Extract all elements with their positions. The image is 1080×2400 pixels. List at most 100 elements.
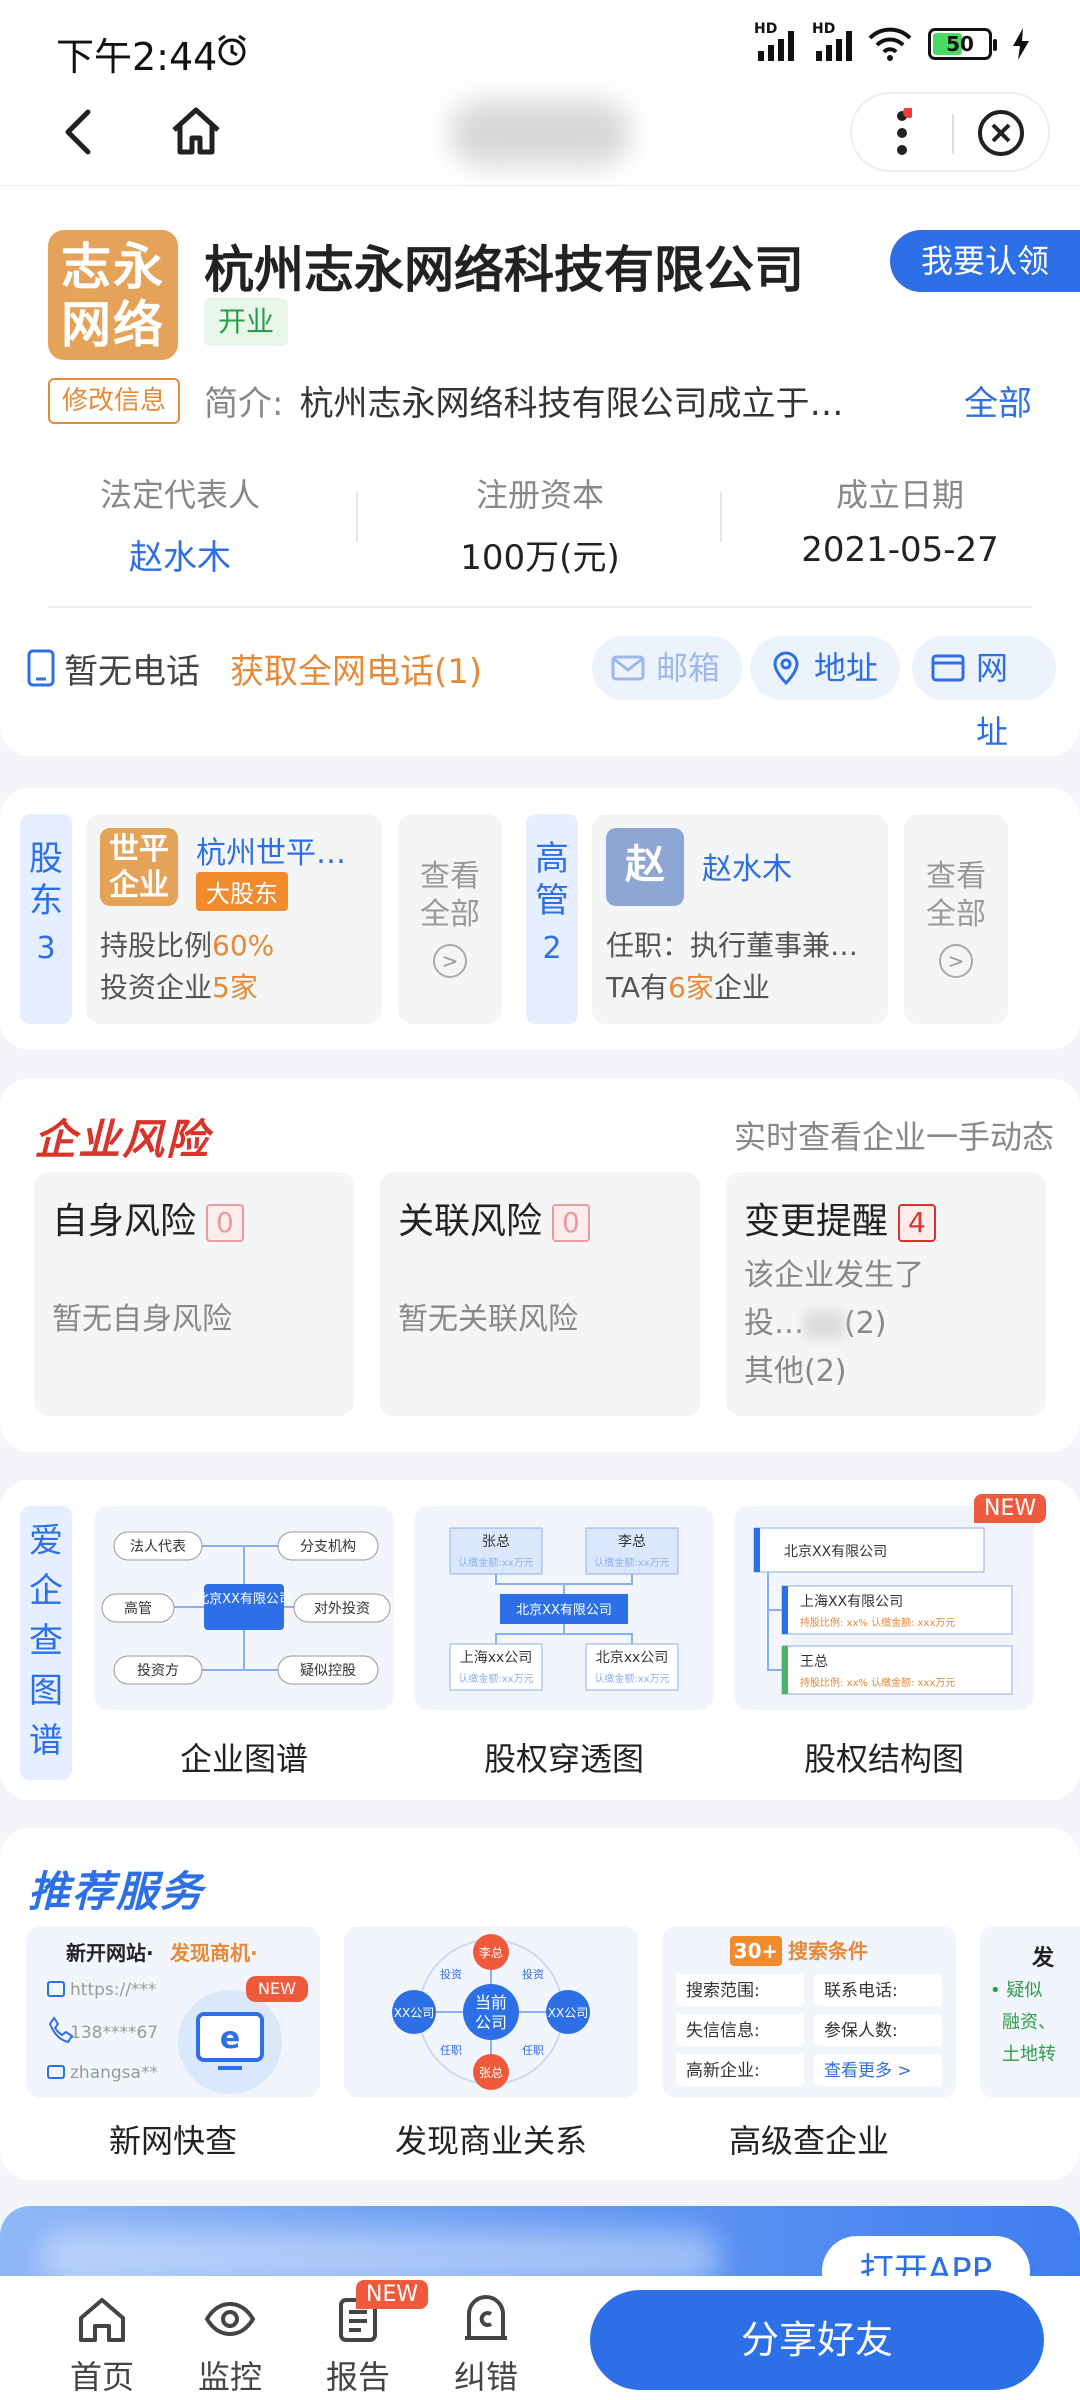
divider: [720, 492, 722, 542]
svg-text:投资: 投资: [440, 1967, 462, 1981]
battery-icon: 50: [928, 28, 997, 60]
eye-icon: [204, 2301, 256, 2337]
claim-button[interactable]: 我要认领: [890, 230, 1080, 292]
count-badge: 4: [898, 1204, 936, 1242]
executive-name: 赵水木: [702, 852, 792, 887]
no-phone-text: 暂无电话: [64, 652, 200, 692]
home-icon[interactable]: [166, 102, 226, 162]
equity-structure-thumb[interactable]: 北京XX有限公司 上海XX有限公司持股比例: xx% 认缴金额: xxx万元 王…: [734, 1506, 1034, 1710]
intro-all-link[interactable]: 全部: [964, 376, 1032, 425]
mail-icon: [611, 655, 645, 681]
svg-text:投资方: 投资方: [137, 1663, 179, 1679]
risk-subtitle: 实时查看企业一手动态: [733, 1118, 1054, 1156]
self-risk-box[interactable]: 自身风险 0 暂无自身风险: [34, 1172, 354, 1416]
signal-icon: HD: [754, 21, 794, 61]
email-button[interactable]: 邮箱: [592, 636, 743, 700]
close-icon[interactable]: [976, 108, 1026, 158]
share-button[interactable]: 分享好友: [590, 2290, 1044, 2390]
shareholder-name: 杭州世平…: [196, 836, 346, 871]
executive-role: 任职：执行董事兼…: [606, 929, 859, 962]
svg-text:https://***: https://***: [70, 1980, 156, 2000]
founded-date: 成立日期 2021-05-27: [801, 476, 999, 570]
tab-home[interactable]: 首页: [52, 2292, 152, 2398]
executive-label[interactable]: 高管2: [526, 814, 578, 1024]
top-shareholder-card[interactable]: 世平 企业 杭州世平… 大股东 持股比例60% 投资企业5家: [86, 814, 382, 1024]
divider: [356, 492, 358, 542]
svg-text:失信信息:: 失信信息:: [686, 2021, 760, 2041]
svg-text:持股比例: xx% 认缴金额: xxx万元: 持股比例: xx% 认缴金额: xxx万元: [800, 1616, 955, 1629]
get-phone-link[interactable]: 获取全网电话(1): [230, 644, 482, 693]
signal-icon: HD: [812, 21, 852, 61]
edit-info-button[interactable]: 修改信息: [48, 378, 181, 424]
svg-text:北京xx公司: 北京xx公司: [596, 1650, 669, 1666]
svg-text:投资: 投资: [522, 1967, 544, 1981]
svg-text:李总: 李总: [618, 1534, 646, 1550]
svg-text:公司: 公司: [475, 2013, 507, 2032]
svg-text:北京XX有限公司: 北京XX有限公司: [516, 1603, 612, 1618]
svg-text:法人代表: 法人代表: [130, 1539, 186, 1555]
page-title-blurred: [450, 100, 630, 166]
executive-companies: TA有6家企业: [606, 971, 770, 1004]
legal-rep[interactable]: 法定代表人 赵水木: [30, 470, 330, 579]
svg-text:当前: 当前: [475, 1993, 507, 2012]
advanced-search-service-title: 高级查企业: [728, 2122, 889, 2160]
mini-program-capsule: [850, 92, 1050, 172]
change-alert-box[interactable]: 变更提醒 4 该企业发生了 投… (2) 其他(2): [726, 1172, 1046, 1416]
equity-penetration-title: 股权穿透图: [483, 1740, 644, 1778]
svg-text:北京XX有限公司: 北京XX有限公司: [784, 1544, 887, 1560]
equity-penetration-thumb[interactable]: 张总 认缴金额:xx万元 李总 认缴金额:xx万元 北京XX有限公司 上海xx公司认…: [414, 1506, 714, 1710]
tab-monitor[interactable]: 监控: [180, 2292, 280, 2398]
advanced-search-service[interactable]: 30+ 搜索条件 搜索范围: 联系电话: 失信信息: 参保人数: 高新企业: 查…: [662, 1926, 956, 2098]
company-logo: 志永 网络: [48, 230, 178, 360]
contact-row: 暂无电话 获取全网电话(1) 邮箱 地址 网址: [24, 632, 1056, 751]
svg-text:新开网站·: 新开网站·: [66, 1941, 154, 1965]
svg-text:e: e: [220, 2021, 240, 2056]
related-risk-box[interactable]: 关联风险 0 暂无关联风险: [380, 1172, 700, 1416]
new-site-service[interactable]: 新开网站· 发现商机· https://*** 138****67 zhangs…: [26, 1926, 320, 2098]
charging-icon: [1013, 28, 1029, 60]
svg-text:NEW: NEW: [258, 1979, 296, 1998]
svg-text:认缴金额:xx万元: 认缴金额:xx万元: [458, 1672, 533, 1685]
executive-card[interactable]: 赵 赵水木 任职：执行董事兼… TA有6家企业: [592, 814, 888, 1024]
shareholder-view-all[interactable]: 查看 全部 >: [398, 814, 502, 1024]
chevron-right-icon: >: [939, 944, 973, 978]
more-icon[interactable]: [892, 108, 912, 158]
svg-text:王总: 王总: [800, 1654, 828, 1670]
graph-label: 爱企查图谱: [20, 1506, 72, 1780]
shareholder-avatar: 世平 企业: [100, 828, 178, 906]
svg-text:认缴金额:xx万元: 认缴金额:xx万元: [594, 1556, 669, 1569]
back-icon[interactable]: [50, 102, 110, 162]
svg-text:任职: 任职: [440, 2044, 462, 2057]
tab-correct[interactable]: 纠错: [436, 2292, 536, 2398]
address-button[interactable]: 地址: [750, 636, 901, 700]
status-time: 下午2:44: [56, 35, 218, 79]
business-relation-service-title: 发现商业关系: [394, 2122, 587, 2160]
svg-text:查看更多 >: 查看更多 >: [824, 2061, 912, 2081]
svg-text:搜索条件: 搜索条件: [788, 1939, 868, 1963]
next-service-peek[interactable]: 发 • 疑似 融资、 土地转: [980, 1926, 1080, 2098]
nav-bar: [0, 80, 1080, 186]
enterprise-graph-thumb[interactable]: 北京XX有限公司 法人代表 分支机构 高管 对外投资 投资方 疑似控股: [94, 1506, 394, 1710]
chevron-right-icon: >: [433, 944, 467, 978]
svg-text:发现商机·: 发现商机·: [169, 1941, 258, 1965]
svg-text:张总: 张总: [479, 2066, 503, 2080]
shareholder-label[interactable]: 股东3: [20, 814, 72, 1024]
svg-text:上海XX有限公司: 上海XX有限公司: [800, 1594, 903, 1610]
count-badge: 0: [206, 1204, 244, 1242]
report-new-badge: NEW: [356, 2280, 429, 2309]
svg-text:对外投资: 对外投资: [314, 1601, 370, 1617]
new-badge: NEW: [974, 1494, 1047, 1523]
executive-view-all[interactable]: 查看 全部 >: [904, 814, 1008, 1024]
svg-text:认缴金额:xx万元: 认缴金额:xx万元: [594, 1672, 669, 1685]
svg-text:30+: 30+: [734, 1939, 779, 1963]
status-icons: HD HD 50: [754, 21, 1030, 62]
website-button[interactable]: 网址: [912, 636, 1056, 751]
equity-structure-title: 股权结构图: [803, 1740, 964, 1778]
svg-text:疑似控股: 疑似控股: [300, 1663, 356, 1679]
browser-icon: [931, 654, 965, 682]
share-ratio: 持股比例60%: [100, 929, 275, 962]
wifi-icon: [868, 27, 912, 61]
business-relation-service[interactable]: 当前 公司 李总 张总 XX公司 XX公司 投资 投资 任职 任职: [344, 1926, 638, 2098]
enterprise-graph-title: 企业图谱: [179, 1740, 308, 1778]
svg-text:持股比例: xx% 认缴金额: xxx万元: 持股比例: xx% 认缴金额: xxx万元: [800, 1676, 955, 1689]
